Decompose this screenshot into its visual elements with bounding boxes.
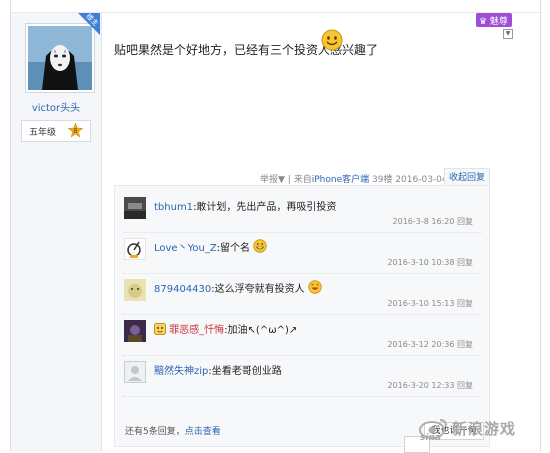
reply-time: 2016-3-10 10:38 [387,258,455,267]
reply-avatar[interactable] [124,320,146,342]
level-label: 五年级 [29,128,57,138]
chevron-down-icon[interactable]: ▼ [503,29,513,39]
from-prefix: 来自 [293,175,312,185]
reply-avatar[interactable] [124,361,146,383]
reply-username[interactable]: 879404430 [154,284,211,295]
reply-text: :留个名 [216,243,251,254]
author-username[interactable]: victor头头 [11,99,101,114]
reply-link[interactable]: 回复 [457,381,473,390]
reply-text: :坐看老哥创业路 [208,366,282,377]
post-page: 楼主 victor头头 五年级 8 ♛ 魅尊 ▼ 贴吧果然是个好地方，已经有三个… [0,0,550,453]
report-link[interactable]: 举报▼ [260,175,285,185]
watermark-text: 新浪游戏 [452,420,517,438]
reply-time: 2016-3-8 16:20 [392,217,455,226]
svg-text:sina: sina [420,433,441,442]
laugh-emoticon-icon [308,280,322,294]
list-item: 罪恶感_忏悔:加油↖(^ω^)↗ 2016-3-12 20:36 回复 [123,315,481,356]
reply-link[interactable]: 回复 [457,258,473,267]
author-corner-badge: 楼主 [78,13,100,35]
reply-username[interactable]: Love丶You_Z [154,243,217,254]
reply-time: 2016-3-20 12:33 [387,381,455,390]
list-item: tbhum1:敢计划，先出产品，再吸引投资 2016-3-8 16:20 回复 [123,192,481,233]
reply-text: :敢计划，先出产品，再吸引投资 [193,202,337,213]
reply-avatar[interactable] [124,197,146,219]
level-star-icon: 8 [68,123,83,138]
reply-list: tbhum1:敢计划，先出产品，再吸引投资 2016-3-8 16:20 回复 … [114,185,490,447]
reply-text: :加油↖(^ω^)↗ [224,325,298,336]
reply-link[interactable]: 回复 [457,299,473,308]
reply-text: :这么浮夸就有投资人 [211,284,305,295]
floor-number: 39楼 [372,175,393,185]
right-border [540,0,541,451]
list-item: 黯然失神zip:坐看老哥创业路 2016-3-20 12:33 回复 [123,356,481,397]
vip-badge[interactable]: ♛ 魅尊 [476,13,512,27]
list-item: Love丶You_Z:留个名 2016-3-10 10:38 回复 [123,233,481,274]
reply-link[interactable]: 回复 [457,217,473,226]
avatar-image [28,26,92,90]
sina-eye-logo: sina [419,419,447,442]
author-level-badge[interactable]: 五年级 8 [21,120,91,142]
svg-text:8: 8 [73,127,77,135]
author-sidebar: 楼主 victor头头 五年级 8 [11,13,102,451]
reply-link[interactable]: 回复 [457,340,473,349]
client-link[interactable]: iPhone客户端 [312,175,369,185]
reply-time: 2016-3-12 20:36 [387,340,455,349]
reply-time: 2016-3-10 15:13 [387,299,455,308]
reply-avatar[interactable] [124,238,146,260]
post-body: ♛ 魅尊 ▼ 贴吧果然是个好地方，已经有三个投资人感兴趣了 举报▼ | 来自iP… [102,13,540,451]
reply-username[interactable]: 罪恶感_忏悔 [169,325,224,336]
more-replies-count: 还有5条回复， [125,427,185,437]
member-icon [154,323,166,335]
sina-watermark: sina 新浪游戏 [416,414,546,444]
reply-avatar[interactable] [124,279,146,301]
grin-emoticon-icon [253,239,267,253]
smiley-emoticon-icon [321,29,343,51]
view-more-link[interactable]: 点击查看 [185,427,221,437]
reply-username[interactable]: 黯然失神zip [154,366,208,377]
more-replies: 还有5条回复，点击查看 [125,424,221,437]
reply-username[interactable]: tbhum1 [154,202,193,213]
list-item: 879404430:这么浮夸就有投资人 2016-3-10 15:13 回复 [123,274,481,315]
